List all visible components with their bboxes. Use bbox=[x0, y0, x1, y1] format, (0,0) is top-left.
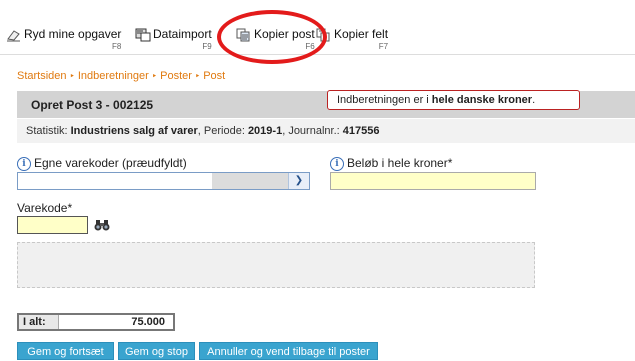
period-label: , Periode: bbox=[197, 125, 248, 137]
total-box: I alt: 75.000 bbox=[17, 313, 175, 331]
belob-input[interactable] bbox=[330, 172, 536, 190]
toolbar-label: Dataimport bbox=[153, 27, 212, 41]
breadcrumb: Startsiden ‣ Indberetninger ‣ Poster ‣ Post bbox=[17, 70, 225, 82]
note-prefix: Indberetningen er i bbox=[337, 94, 432, 106]
gem-og-stop-button[interactable]: Gem og stop bbox=[118, 342, 195, 360]
shortcut-key: F9 bbox=[202, 42, 212, 51]
period-value: 2019-1 bbox=[247, 125, 283, 137]
toolbar-label: Kopier post bbox=[254, 27, 315, 41]
stat-label: Statistik: bbox=[26, 125, 71, 137]
breadcrumb-indberetninger[interactable]: Indberetninger bbox=[78, 70, 149, 82]
eraser-icon bbox=[6, 28, 22, 42]
stat-value: Industriens salg af varer bbox=[70, 125, 198, 137]
kopier-felt-button[interactable]: Kopier felt F7 bbox=[316, 28, 388, 51]
info-icon[interactable]: i bbox=[330, 156, 344, 171]
varekode-details-panel bbox=[17, 242, 535, 288]
breadcrumb-separator-icon: ‣ bbox=[69, 71, 75, 81]
toolbar-label: Ryd mine opgaver bbox=[24, 27, 122, 41]
annuller-button[interactable]: Annuller og vend tilbage til poster bbox=[199, 342, 378, 360]
shortcut-key: F7 bbox=[378, 42, 389, 51]
copy-post-icon bbox=[236, 28, 252, 42]
dataimport-button[interactable]: Dataimport F9 bbox=[135, 28, 212, 51]
varekode-input[interactable] bbox=[17, 216, 88, 234]
toolbar: Ryd mine opgaver F8 Dataimport F9 Kopier p… bbox=[0, 0, 635, 54]
chevron-down-icon[interactable]: ❯ bbox=[288, 173, 309, 189]
breadcrumb-separator-icon: ‣ bbox=[151, 71, 158, 81]
statistics-info: Statistik: Industriens salg af varer, Pe… bbox=[17, 119, 635, 143]
page-title: Opret Post 3 - 002125 bbox=[31, 98, 154, 112]
breadcrumb-startsiden[interactable]: Startsiden bbox=[17, 70, 67, 82]
belob-text: Beløb i hele kroner* bbox=[347, 156, 453, 170]
total-label: I alt: bbox=[19, 315, 59, 329]
note-bold: hele danske kroner bbox=[431, 94, 533, 106]
journal-label: , Journalnr.: bbox=[282, 125, 343, 137]
currency-note: Indberetningen er i hele danske kroner. bbox=[327, 90, 580, 110]
ryd-mine-opgaver-button[interactable]: Ryd mine opgaver F8 bbox=[6, 28, 121, 51]
egne-varekoder-text: Egne varekoder (præudfyldt) bbox=[34, 156, 187, 170]
breadcrumb-poster[interactable]: Poster bbox=[160, 70, 192, 82]
egne-varekoder-select[interactable]: ❯ bbox=[17, 172, 310, 190]
shortcut-key: F6 bbox=[305, 42, 315, 51]
belob-label: i Beløb i hele kroner* bbox=[330, 156, 452, 171]
binoculars-search-icon[interactable] bbox=[94, 217, 110, 233]
note-suffix: . bbox=[532, 94, 536, 106]
copy-field-icon bbox=[316, 28, 332, 42]
egne-varekoder-label: i Egne varekoder (præudfyldt) bbox=[17, 156, 187, 171]
total-value: 75.000 bbox=[131, 316, 165, 328]
select-grey-area bbox=[212, 173, 288, 189]
toolbar-divider bbox=[0, 54, 635, 55]
varekode-label: Varekode* bbox=[17, 201, 73, 215]
journal-value: 417556 bbox=[342, 125, 380, 137]
page-header: Opret Post 3 - 002125 Indberetningen er … bbox=[17, 90, 635, 118]
toolbar-label: Kopier felt bbox=[334, 27, 389, 41]
shortcut-key: F8 bbox=[112, 42, 122, 51]
breadcrumb-separator-icon: ‣ bbox=[194, 71, 201, 81]
kopier-post-button[interactable]: Kopier post F6 bbox=[236, 28, 315, 51]
data-import-icon bbox=[135, 28, 151, 42]
gem-og-fortsaet-button[interactable]: Gem og fortsæt bbox=[17, 342, 114, 360]
info-icon[interactable]: i bbox=[17, 156, 31, 171]
breadcrumb-post: Post bbox=[203, 70, 226, 82]
